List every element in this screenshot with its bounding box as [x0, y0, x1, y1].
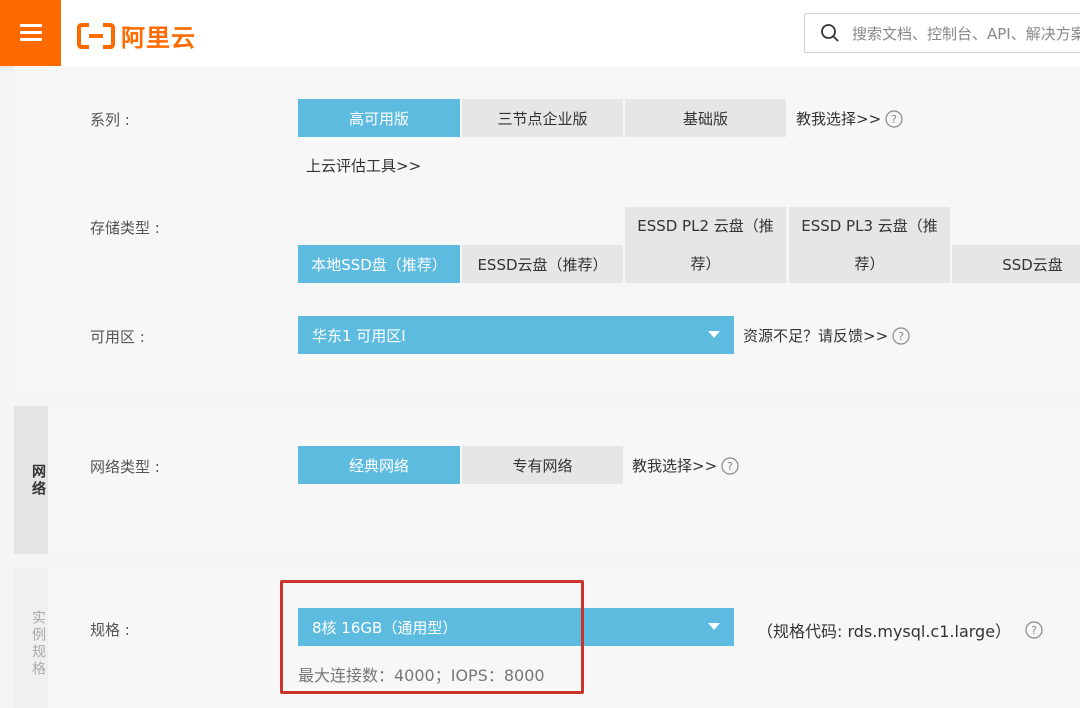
- question-icon[interactable]: ?: [885, 109, 903, 128]
- question-icon[interactable]: ?: [1025, 621, 1043, 639]
- storage-option-essd-pl3[interactable]: ESSD PL3 云盘（推荐）: [789, 207, 950, 283]
- top-header: 阿里云 搜索文档、控制台、API、解决方案: [0, 0, 1080, 67]
- svg-text:?: ?: [1031, 624, 1037, 637]
- side-tab-basic: [14, 66, 48, 392]
- series-label: 系列 :: [90, 111, 130, 129]
- network-option-vpc[interactable]: 专有网络: [462, 446, 623, 484]
- search-placeholder: 搜索文档、控制台、API、解决方案: [852, 24, 1080, 43]
- question-icon[interactable]: ?: [721, 456, 739, 475]
- series-help-link[interactable]: 教我选择>> ?: [796, 108, 903, 129]
- storage-option-essd-pl2[interactable]: ESSD PL2 云盘（推荐）: [625, 207, 786, 283]
- logo-text: 阿里云: [121, 24, 196, 52]
- side-tab-spec[interactable]: 实例规格: [14, 568, 48, 708]
- series-option-ha[interactable]: 高可用版: [298, 99, 460, 137]
- spec-label: 规格 :: [90, 621, 130, 639]
- network-option-classic[interactable]: 经典网络: [298, 446, 460, 484]
- side-tab-network[interactable]: 网络: [14, 406, 48, 554]
- svg-text:?: ?: [727, 460, 733, 473]
- cloud-eval-tool-link[interactable]: 上云评估工具>>: [306, 155, 421, 176]
- search-icon: [821, 24, 839, 42]
- highlight-annotation-box: [280, 580, 584, 694]
- series-option-three-node[interactable]: 三节点企业版: [462, 99, 623, 137]
- side-tab-label: 实例规格: [30, 610, 46, 678]
- side-tab-label: 网络: [30, 464, 46, 498]
- hamburger-icon: [19, 24, 42, 42]
- spec-code-text: （规格代码: rds.mysql.c1.large）: [757, 622, 1012, 641]
- zone-label: 可用区 :: [90, 328, 145, 346]
- zone-value: 华东1 可用区I: [312, 326, 406, 345]
- zone-feedback-text: 资源不足？请反馈>>: [743, 327, 889, 345]
- storage-option-essd[interactable]: ESSD云盘（推荐）: [462, 245, 623, 283]
- storage-label: 存储类型 :: [90, 219, 160, 237]
- zone-select[interactable]: 华东1 可用区I: [298, 316, 734, 354]
- logo[interactable]: 阿里云: [77, 18, 196, 53]
- question-icon[interactable]: ?: [892, 326, 910, 345]
- caret-down-icon: [708, 623, 720, 630]
- search-input[interactable]: 搜索文档、控制台、API、解决方案: [804, 13, 1080, 53]
- network-help-link[interactable]: 教我选择>> ?: [632, 455, 739, 476]
- caret-down-icon: [708, 331, 720, 338]
- aliyun-logo-icon: [77, 22, 115, 49]
- network-help-text: 教我选择>>: [632, 457, 718, 475]
- series-help-text: 教我选择>>: [796, 110, 882, 128]
- svg-text:?: ?: [898, 330, 904, 343]
- spec-code: （规格代码: rds.mysql.c1.large） ?: [757, 618, 1043, 642]
- zone-feedback-link[interactable]: 资源不足？请反馈>> ?: [743, 325, 910, 346]
- series-option-basic[interactable]: 基础版: [625, 99, 786, 137]
- storage-option-ssd[interactable]: SSD云盘: [952, 245, 1080, 283]
- svg-text:?: ?: [891, 113, 897, 126]
- network-type-label: 网络类型 :: [90, 458, 160, 476]
- storage-option-local-ssd[interactable]: 本地SSD盘（推荐）: [298, 245, 460, 283]
- menu-button[interactable]: [0, 0, 61, 66]
